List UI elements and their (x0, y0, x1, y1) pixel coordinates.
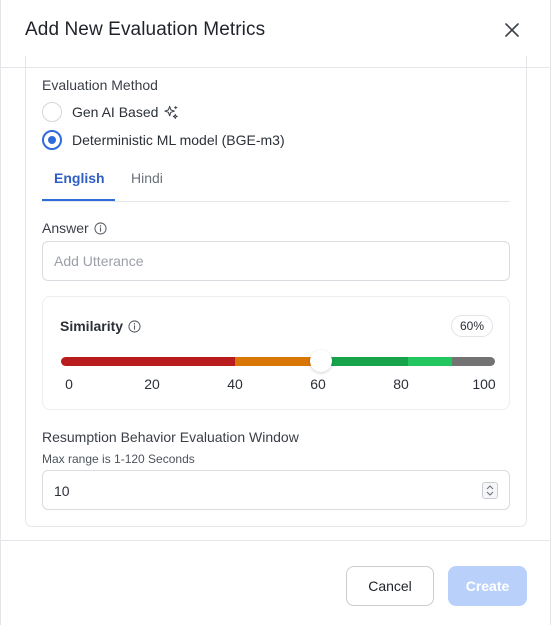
similarity-tick-label: 80 (393, 376, 409, 392)
similarity-segment (321, 357, 409, 366)
similarity-slider-track[interactable] (61, 357, 495, 366)
answer-utterance-input[interactable] (42, 241, 510, 281)
footer-divider (0, 540, 551, 541)
similarity-tick-label: 60 (310, 376, 326, 392)
similarity-segment (234, 357, 322, 366)
similarity-panel: Similarity 60% 0 20 40 60 80 100 (42, 296, 510, 410)
radio-label-gen-ai: Gen AI Based (72, 104, 159, 120)
similarity-segment (451, 357, 495, 366)
window-seconds-value: 10 (54, 483, 70, 499)
answer-label-text: Answer (42, 220, 89, 236)
similarity-value-badge: 60% (451, 315, 494, 337)
window-label: Resumption Behavior Evaluation Window (42, 429, 299, 445)
create-button[interactable]: Create (448, 566, 527, 606)
similarity-tick-label: 0 (65, 376, 73, 392)
window-range-hint: Max range is 1-120 Seconds (42, 452, 195, 466)
similarity-segment (61, 357, 235, 366)
radio-gen-ai-based[interactable]: Gen AI Based (42, 102, 179, 122)
radio-deterministic-ml[interactable]: Deterministic ML model (BGE-m3) (42, 130, 285, 150)
info-icon[interactable] (94, 221, 107, 235)
tab-english[interactable]: English (54, 170, 105, 186)
left-edge-divider (0, 0, 1, 625)
evaluation-method-label: Evaluation Method (42, 77, 158, 93)
close-button[interactable] (500, 18, 524, 42)
answer-label: Answer (42, 220, 107, 236)
similarity-label: Similarity (60, 318, 141, 334)
radio-button-selected[interactable] (42, 130, 62, 150)
radio-button[interactable] (42, 102, 62, 122)
cancel-button[interactable]: Cancel (346, 566, 434, 606)
chevron-up-icon[interactable] (486, 485, 494, 490)
similarity-segment (408, 357, 452, 366)
similarity-tick-label: 20 (144, 376, 160, 392)
number-stepper[interactable] (482, 482, 498, 499)
info-icon[interactable] (128, 319, 141, 333)
similarity-label-text: Similarity (60, 318, 124, 334)
dialog-title: Add New Evaluation Metrics (25, 19, 266, 40)
similarity-slider-thumb[interactable] (310, 350, 333, 372)
radio-label-deterministic: Deterministic ML model (BGE-m3) (72, 132, 285, 148)
chevron-down-icon[interactable] (486, 491, 494, 496)
active-tab-indicator (42, 199, 115, 201)
sparkle-icon (164, 105, 179, 120)
language-tabs: English Hindi (42, 164, 510, 202)
similarity-tick-label: 100 (472, 376, 496, 392)
tab-hindi[interactable]: Hindi (131, 170, 163, 186)
window-seconds-input[interactable]: 10 (42, 470, 510, 510)
similarity-tick-label: 40 (227, 376, 243, 392)
close-icon (505, 23, 519, 37)
